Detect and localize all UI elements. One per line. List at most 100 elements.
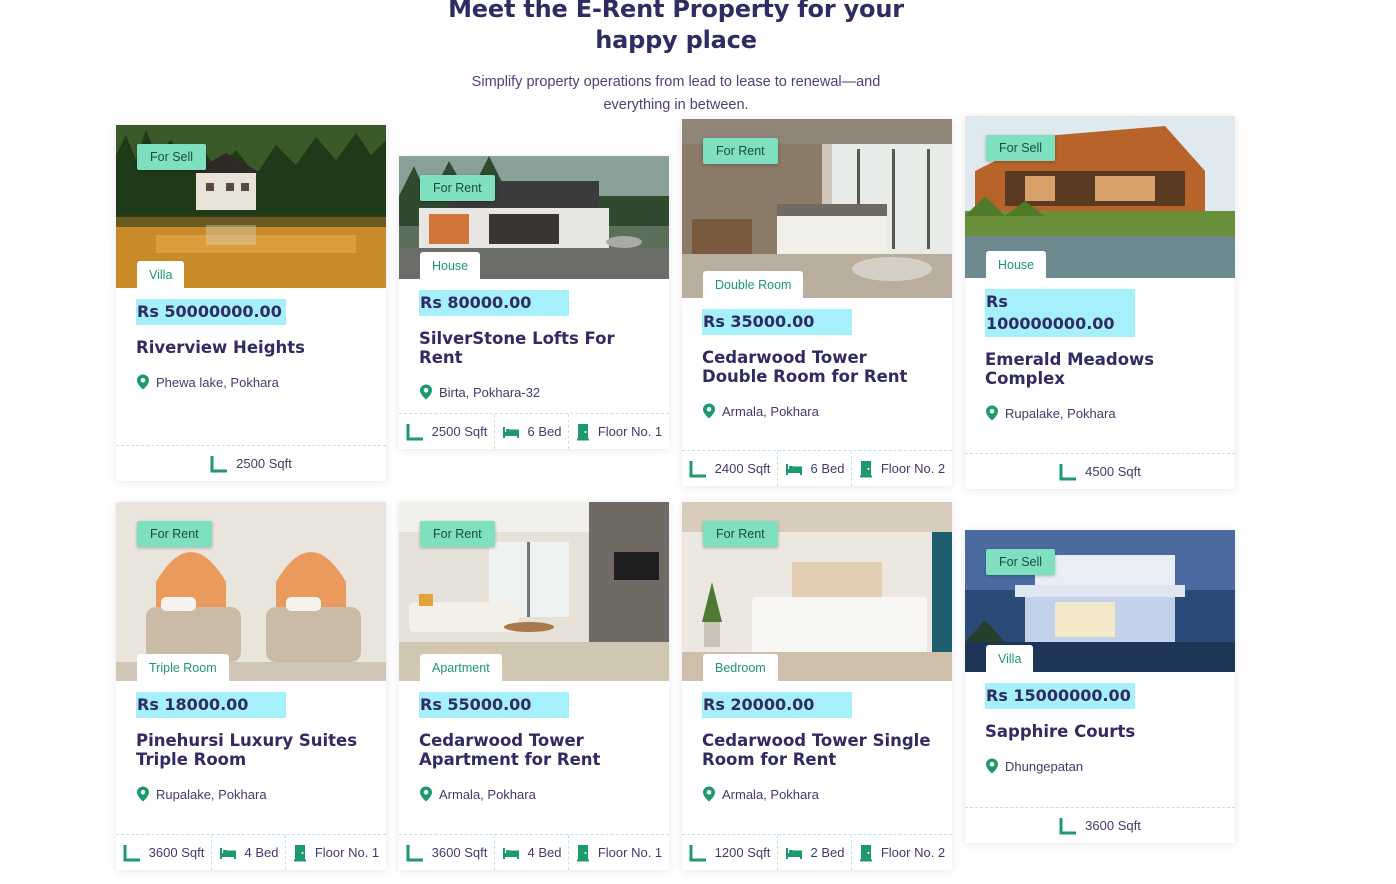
- property-type-badge: Bedroom: [703, 654, 778, 681]
- bed-icon: [502, 425, 520, 439]
- location-text: Armala, Pokhara: [722, 786, 819, 802]
- property-title[interactable]: Emerald Meadows Complex: [985, 350, 1215, 388]
- area-text: 3600 Sqft: [148, 845, 205, 860]
- location-text: Dhungepatan: [1005, 758, 1084, 774]
- bed-feature: 2 Bed: [778, 835, 852, 870]
- bed-text: 6 Bed: [527, 424, 562, 439]
- property-card-riverview-heights[interactable]: For Sell Villa Rs 50000000.00 Riverview …: [116, 125, 386, 481]
- feature-bar: 3600 Sqft 4 Bed Floor No. 1: [116, 834, 386, 870]
- area-feature: 2400 Sqft: [682, 451, 778, 486]
- property-type-badge: Triple Room: [137, 654, 229, 681]
- map-pin-icon: [419, 786, 433, 802]
- map-pin-icon: [136, 786, 150, 802]
- property-image[interactable]: For Rent House: [399, 156, 669, 279]
- subtitle-line-2: everything in between.: [603, 97, 749, 113]
- area-icon: [406, 844, 424, 862]
- property-title[interactable]: Pinehursi Luxury Suites Triple Room: [136, 731, 366, 769]
- property-card-cedarwood-apartment[interactable]: For Rent Apartment Rs 55000.00 Cedarwood…: [399, 502, 669, 870]
- area-feature: 3600 Sqft: [965, 808, 1235, 843]
- property-type-badge: Villa: [986, 645, 1034, 672]
- feature-bar: 2400 Sqft 6 Bed Floor No. 2: [682, 450, 952, 486]
- property-type-badge: House: [420, 252, 481, 279]
- area-feature: 3600 Sqft: [399, 835, 495, 870]
- feature-bar: 2500 Sqft: [116, 445, 386, 481]
- status-badge: For Sell: [986, 135, 1056, 161]
- area-text: 3600 Sqft: [431, 845, 488, 860]
- property-type-badge: Double Room: [703, 271, 804, 298]
- property-image[interactable]: For Sell Villa: [116, 125, 386, 288]
- area-icon: [1059, 817, 1077, 835]
- location: Armala, Pokhara: [702, 403, 932, 419]
- section-subtitle: Simplify property operations from lead t…: [0, 71, 1352, 117]
- bed-feature: 6 Bed: [778, 451, 852, 486]
- feature-bar: 4500 Sqft: [965, 453, 1235, 489]
- door-icon: [576, 423, 590, 441]
- property-title[interactable]: Sapphire Courts: [985, 722, 1215, 741]
- bed-icon: [502, 846, 520, 860]
- property-card-cedarwood-single-room[interactable]: For Rent Bedroom Rs 20000.00 Cedarwood T…: [682, 502, 952, 870]
- floor-feature: Floor No. 1: [286, 835, 386, 870]
- price-tag: Rs 15000000.00: [985, 683, 1135, 709]
- bed-icon: [785, 846, 803, 860]
- property-type-badge: Villa: [137, 261, 185, 288]
- map-pin-icon: [419, 384, 433, 400]
- property-image[interactable]: For Rent Bedroom: [682, 502, 952, 681]
- section-heading: Meet the E-Rent Property for your happy …: [0, 0, 1352, 56]
- area-text: 2500 Sqft: [236, 456, 292, 471]
- area-feature: 2500 Sqft: [399, 414, 495, 449]
- property-title[interactable]: SilverStone Lofts For Rent: [419, 329, 649, 367]
- location: Armala, Pokhara: [419, 786, 649, 802]
- bed-text: 6 Bed: [810, 461, 845, 476]
- floor-text: Floor No. 1: [314, 845, 380, 860]
- property-card-pinehursi-triple-room[interactable]: For Rent Triple Room Rs 18000.00 Pinehur…: [116, 502, 386, 870]
- price-tag: Rs 100000000.00: [985, 289, 1135, 337]
- area-text: 2500 Sqft: [431, 424, 488, 439]
- property-image[interactable]: For Rent Double Room: [682, 119, 952, 298]
- property-card-sapphire-courts[interactable]: For Sell Villa Rs 15000000.00 Sapphire C…: [965, 530, 1235, 843]
- floor-text: Floor No. 2: [880, 461, 946, 476]
- status-badge: For Rent: [703, 521, 778, 547]
- map-pin-icon: [702, 786, 716, 802]
- property-title[interactable]: Cedarwood Tower Double Room for Rent: [702, 348, 932, 386]
- bed-icon: [219, 846, 237, 860]
- subtitle-line-1: Simplify property operations from lead t…: [471, 74, 881, 90]
- area-icon: [1059, 463, 1077, 481]
- property-title[interactable]: Riverview Heights: [136, 338, 366, 357]
- bed-feature: 4 Bed: [212, 835, 286, 870]
- property-image[interactable]: For Rent Triple Room: [116, 502, 386, 681]
- area-text: 1200 Sqft: [714, 845, 771, 860]
- price-tag: Rs 35000.00: [702, 309, 852, 335]
- area-text: 2400 Sqft: [714, 461, 771, 476]
- status-badge: For Rent: [420, 175, 495, 201]
- property-title[interactable]: Cedarwood Tower Single Room for Rent: [702, 731, 932, 769]
- bed-feature: 6 Bed: [495, 414, 569, 449]
- area-icon: [689, 844, 707, 862]
- floor-feature: Floor No. 1: [569, 835, 669, 870]
- property-type-badge: House: [986, 251, 1047, 278]
- status-badge: For Rent: [137, 521, 212, 547]
- floor-text: Floor No. 1: [597, 845, 663, 860]
- location-text: Birta, Pokhara-32: [439, 384, 541, 400]
- status-badge: For Sell: [986, 549, 1056, 575]
- location-text: Rupalake, Pokhara: [1005, 405, 1116, 421]
- door-icon: [859, 460, 873, 478]
- bed-feature: 4 Bed: [495, 835, 569, 870]
- price-tag: Rs 18000.00: [136, 692, 286, 718]
- property-image[interactable]: For Sell Villa: [965, 530, 1235, 672]
- property-image[interactable]: For Sell House: [965, 116, 1235, 278]
- location: Dhungepatan: [985, 758, 1215, 774]
- door-icon: [293, 844, 307, 862]
- area-icon: [123, 844, 141, 862]
- location-text: Armala, Pokhara: [439, 786, 536, 802]
- feature-bar: 1200 Sqft 2 Bed Floor No. 2: [682, 834, 952, 870]
- property-card-cedarwood-double-room[interactable]: For Rent Double Room Rs 35000.00 Cedarwo…: [682, 119, 952, 486]
- map-pin-icon: [985, 405, 999, 421]
- price-tag: Rs 50000000.00: [136, 299, 286, 325]
- floor-feature: Floor No. 1: [569, 414, 669, 449]
- property-title[interactable]: Cedarwood Tower Apartment for Rent: [419, 731, 649, 769]
- area-text: 4500 Sqft: [1085, 464, 1141, 479]
- property-card-emerald-meadows[interactable]: For Sell House Rs 100000000.00 Emerald M…: [965, 116, 1235, 489]
- bed-icon: [785, 462, 803, 476]
- property-image[interactable]: For Rent Apartment: [399, 502, 669, 681]
- property-card-silverstone-lofts[interactable]: For Rent House Rs 80000.00 SilverStone L…: [399, 156, 669, 449]
